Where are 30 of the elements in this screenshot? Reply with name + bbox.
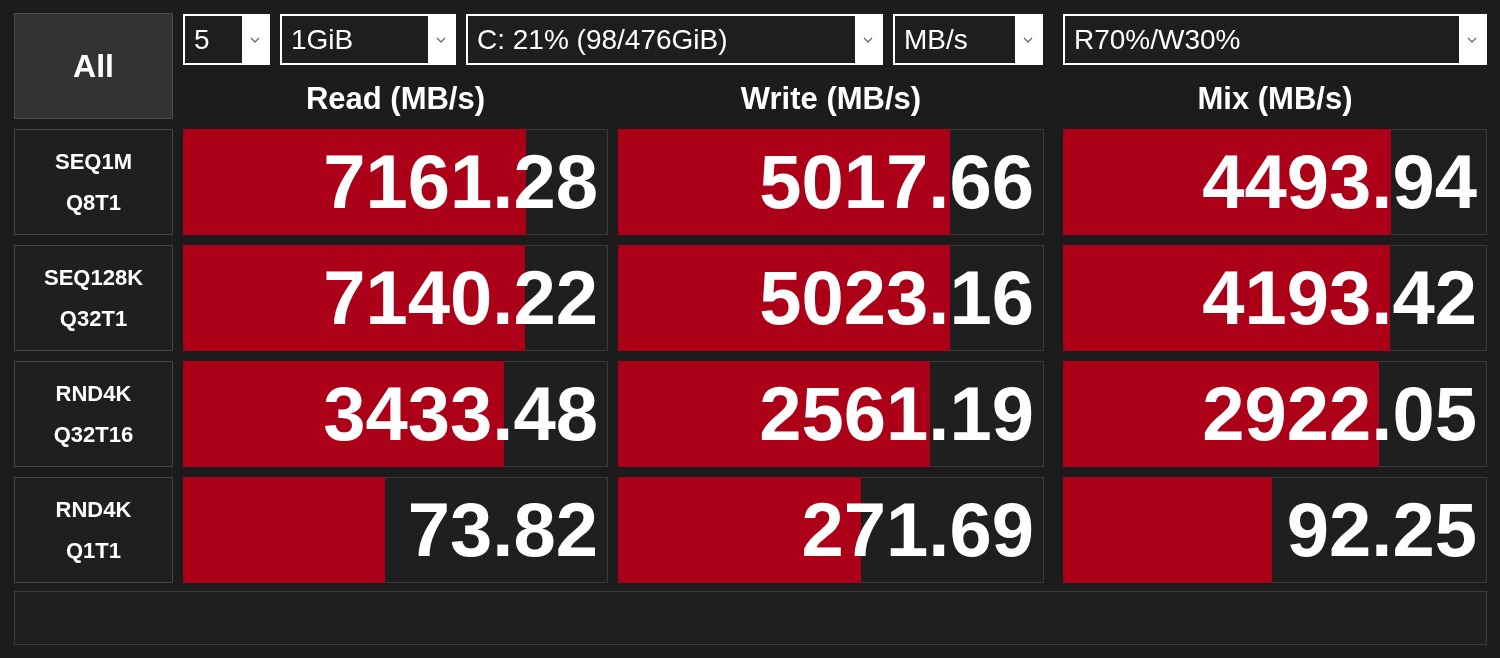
test-button[interactable]: RND4K Q1T1 xyxy=(14,477,173,583)
unit-dropdown[interactable]: MB/s xyxy=(893,14,1043,65)
result-value: 7140.22 xyxy=(323,255,598,341)
all-button[interactable]: All xyxy=(14,13,173,119)
result-value: 92.25 xyxy=(1286,487,1477,573)
result-value: 4493.94 xyxy=(1202,139,1477,225)
size-dropdown[interactable]: 1GiB xyxy=(280,14,456,65)
chevron-icon xyxy=(863,36,873,43)
result-value: 7161.28 xyxy=(323,139,598,225)
result-value: 5023.16 xyxy=(759,255,1034,341)
count-dropdown[interactable]: 5 xyxy=(183,14,270,65)
result-value: 2922.05 xyxy=(1202,371,1477,457)
mix-ratio-dropdown[interactable]: R70%/W30% xyxy=(1063,14,1487,65)
chevron-icon xyxy=(1467,36,1477,43)
column-header: Mix (MB/s) xyxy=(1196,80,1354,118)
chevron-icon xyxy=(250,36,260,43)
result-value: 4193.42 xyxy=(1202,255,1477,341)
test-button[interactable]: RND4K Q32T16 xyxy=(14,361,173,467)
result-value: 5017.66 xyxy=(759,139,1034,225)
test-button[interactable]: SEQ128K Q32T1 xyxy=(14,245,173,351)
result-value: 3433.48 xyxy=(323,371,598,457)
column-header: Read (MB/s) xyxy=(304,80,487,118)
chevron-icon xyxy=(1023,36,1033,43)
column-header: Write (MB/s) xyxy=(739,80,923,118)
result-value: 2561.19 xyxy=(759,371,1034,457)
result-value: 73.82 xyxy=(407,487,598,573)
drive-dropdown[interactable]: C: 21% (98/476GiB) xyxy=(466,14,883,65)
comment-field[interactable] xyxy=(14,591,1487,645)
chevron-icon xyxy=(436,36,446,43)
test-button[interactable]: SEQ1M Q8T1 xyxy=(14,129,173,235)
